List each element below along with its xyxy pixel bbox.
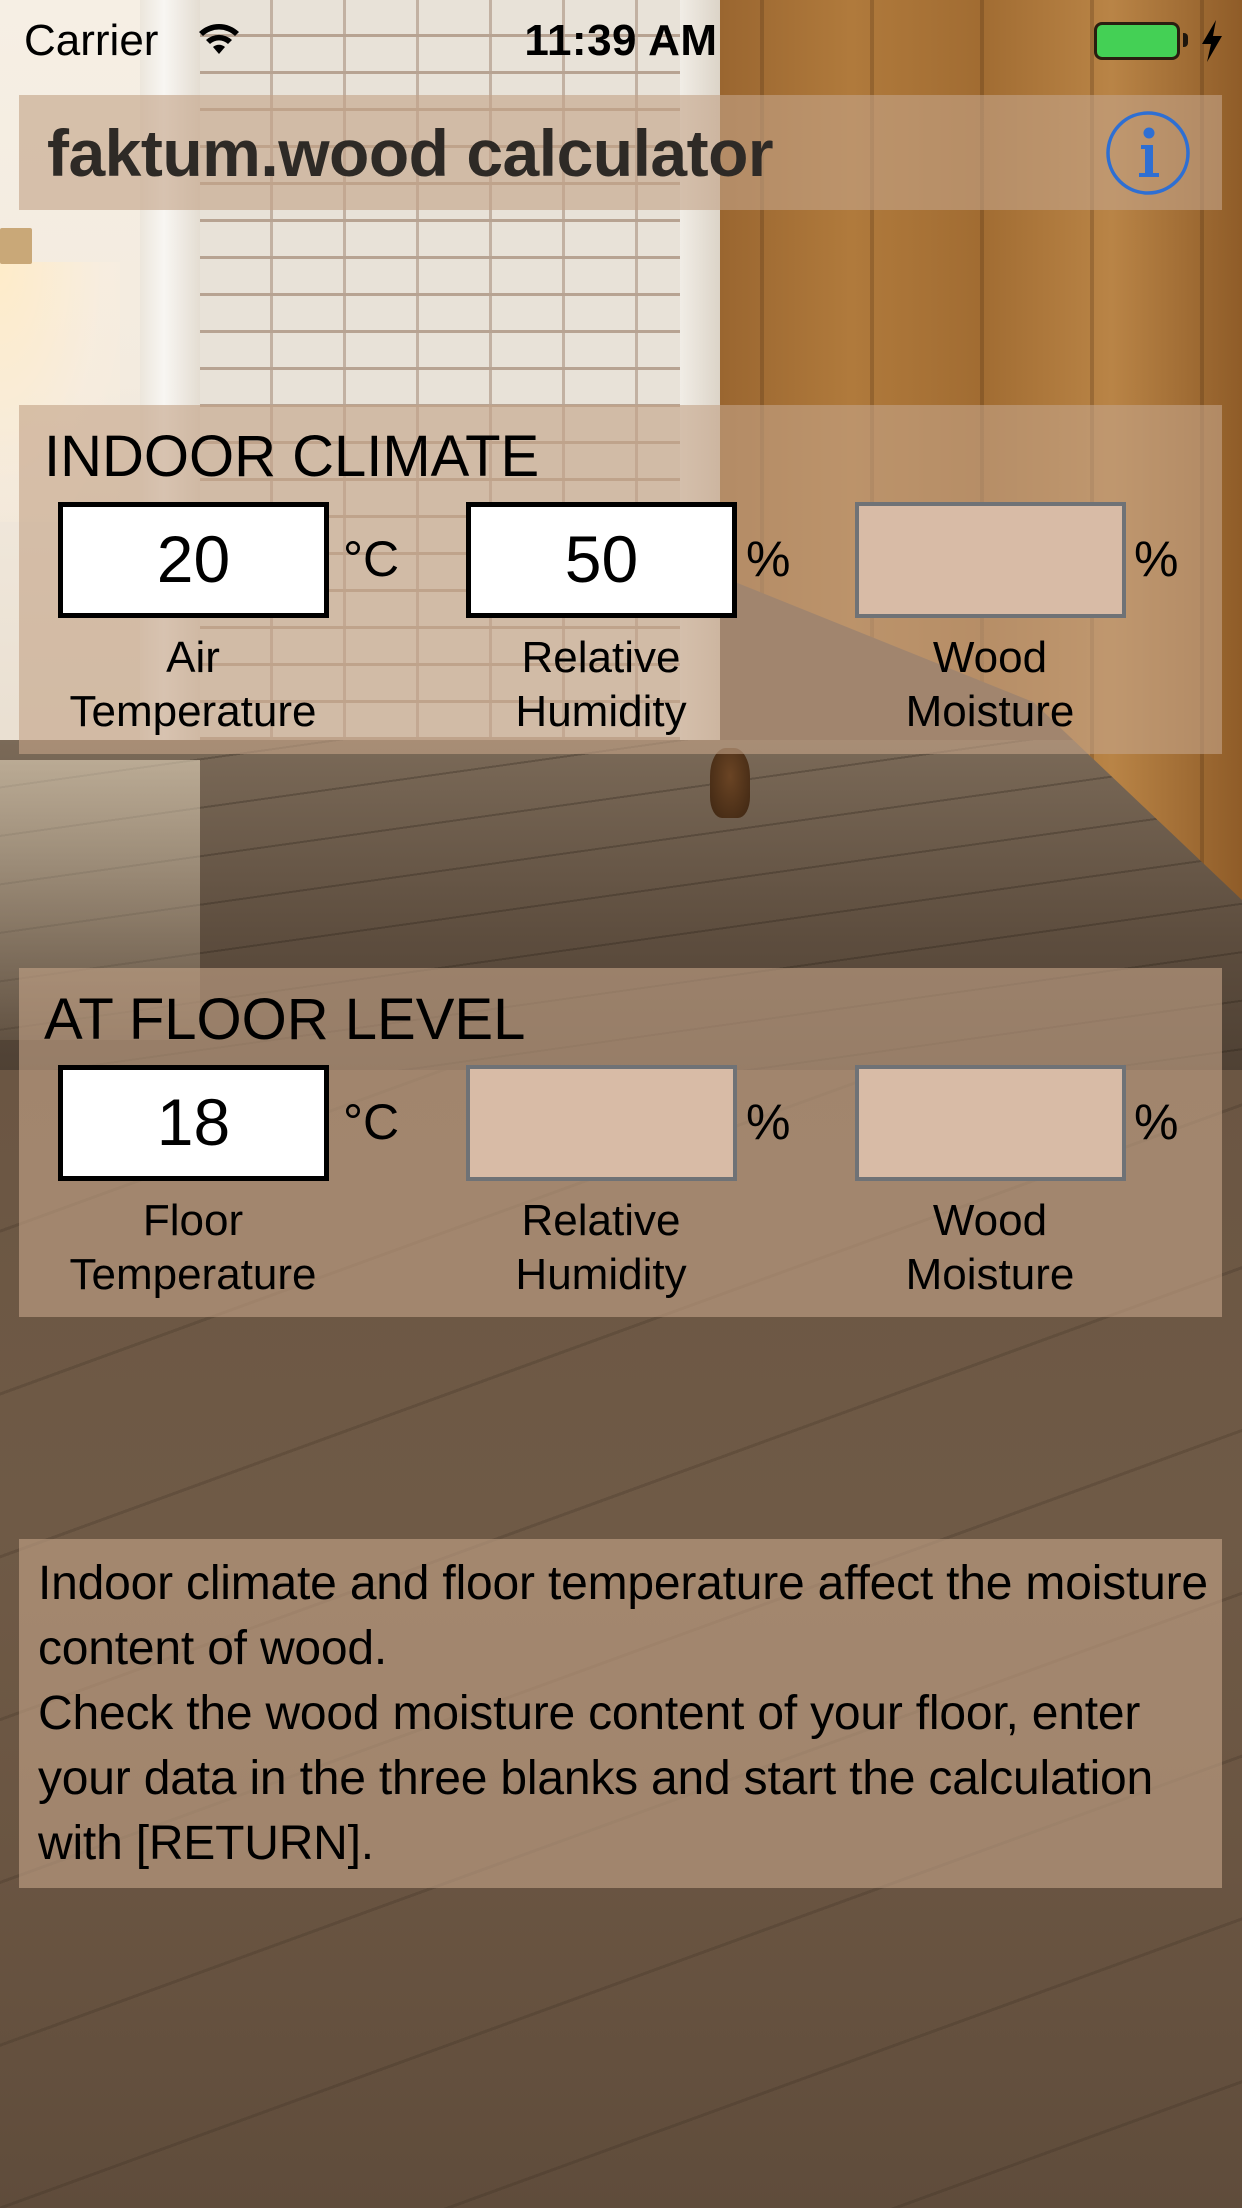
wood-moisture-label: Wood Moisture <box>830 631 1150 739</box>
label-line: Humidity <box>515 1250 687 1299</box>
floor-relative-humidity-field[interactable] <box>466 1065 737 1181</box>
label-line: Temperature <box>69 687 317 736</box>
relative-humidity-input[interactable]: 50 <box>466 502 737 618</box>
floor-wood-moisture-label: Wood Moisture <box>830 1194 1150 1302</box>
background-cabinet-foot <box>710 748 750 818</box>
relative-humidity-label: Relative Humidity <box>441 631 761 739</box>
indoor-climate-panel: INDOOR CLIMATE 20 °C Air Temperature 50 … <box>19 405 1222 754</box>
instructions-panel: Indoor climate and floor temperature aff… <box>19 1539 1222 1888</box>
unit-label: % <box>1134 531 1179 587</box>
label-line: Wood <box>932 633 1048 682</box>
air-temperature-label: Air Temperature <box>33 631 353 739</box>
floor-temperature-input[interactable]: 18 <box>58 1065 329 1181</box>
label-line: Temperature <box>69 1250 317 1299</box>
label-line: Relative <box>521 633 681 682</box>
label-line: Floor <box>142 1196 244 1245</box>
floor-wood-moisture-field[interactable] <box>855 1065 1126 1181</box>
label-line: Moisture <box>905 687 1075 736</box>
battery-terminal-icon <box>1183 33 1188 47</box>
label-line: Humidity <box>515 687 687 736</box>
background-wall-lamp <box>0 228 32 264</box>
floor-relative-humidity-label: Relative Humidity <box>441 1194 761 1302</box>
unit-label: °C <box>343 1094 400 1150</box>
wood-moisture-field[interactable] <box>855 502 1126 618</box>
charging-bolt-icon <box>1202 20 1222 62</box>
info-icon[interactable] <box>1104 109 1192 197</box>
floor-level-panel: AT FLOOR LEVEL 18 °C Floor Temperature %… <box>19 968 1222 1317</box>
app-title: faktum.wood calculator <box>47 116 774 190</box>
header-bar: faktum.wood calculator <box>19 95 1222 210</box>
unit-label: % <box>746 1094 791 1150</box>
instructions-paragraph: Check the wood moisture content of your … <box>38 1687 1154 1870</box>
status-bar: Carrier 11:39 AM <box>0 0 1242 80</box>
section-title: AT FLOOR LEVEL <box>44 987 526 1052</box>
label-line: Wood <box>932 1196 1048 1245</box>
clock: 11:39 AM <box>524 16 718 65</box>
instructions-text: Indoor climate and floor temperature aff… <box>38 1551 1208 1876</box>
floor-temperature-label: Floor Temperature <box>33 1194 353 1302</box>
unit-label: % <box>746 531 791 587</box>
air-temperature-input[interactable]: 20 <box>58 502 329 618</box>
unit-label: % <box>1134 1094 1179 1150</box>
battery-icon <box>1094 22 1180 60</box>
section-title: INDOOR CLIMATE <box>44 424 540 489</box>
instructions-paragraph: Indoor climate and floor temperature aff… <box>38 1557 1208 1675</box>
unit-label: °C <box>343 531 400 587</box>
label-line: Air <box>166 633 220 682</box>
label-line: Relative <box>521 1196 681 1245</box>
label-line: Moisture <box>905 1250 1075 1299</box>
